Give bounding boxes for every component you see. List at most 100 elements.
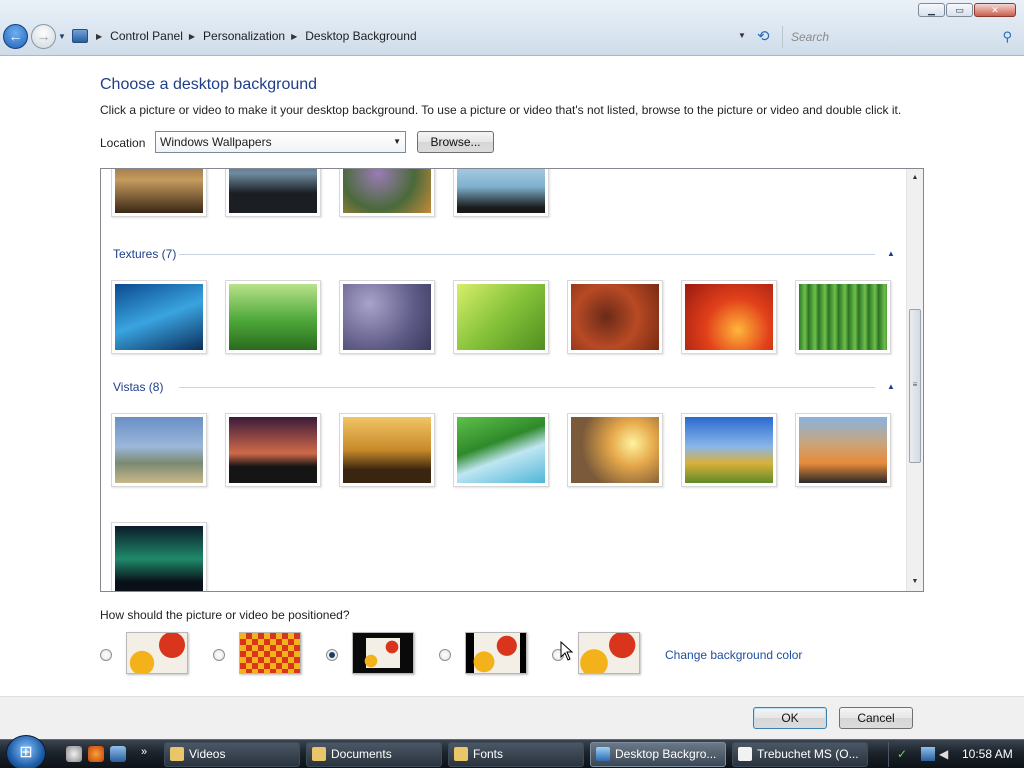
- folder-icon: [454, 747, 468, 761]
- position-preview-center-black[interactable]: [465, 632, 527, 674]
- wallpaper-image: [571, 284, 659, 350]
- gallery-scrollbar[interactable]: ▲ ≡ ▼: [906, 169, 923, 591]
- folder-icon: [170, 747, 184, 761]
- taskbar-item-label: Documents: [331, 747, 392, 761]
- breadcrumb-separator-icon[interactable]: ▶: [96, 32, 102, 41]
- wallpaper-image: [229, 417, 317, 483]
- taskbar-item-label: Desktop Backgro...: [615, 747, 717, 761]
- collapse-chevron-icon[interactable]: ▲: [887, 382, 895, 391]
- system-tray: ✓ ◀ 10:58 AM: [888, 742, 1024, 767]
- taskbar-item-label: Fonts: [473, 747, 504, 761]
- location-label: Location: [100, 136, 146, 150]
- close-button[interactable]: ✕: [974, 3, 1016, 17]
- taskbar-item-fonts[interactable]: Fonts: [448, 742, 584, 767]
- wallpaper-image: [115, 284, 203, 350]
- clock[interactable]: 10:58 AM: [962, 747, 1013, 761]
- breadcrumb-desktop-background[interactable]: Desktop Background: [305, 29, 416, 43]
- position-radio-center-black[interactable]: [439, 649, 451, 661]
- location-select-value: Windows Wallpapers: [160, 135, 272, 149]
- wallpaper-thumbnail[interactable]: [339, 280, 435, 354]
- forward-arrow-icon[interactable]: →: [31, 24, 56, 49]
- wallpaper-thumbnail[interactable]: [111, 169, 207, 217]
- font-file-icon: [738, 747, 752, 761]
- wallpaper-gallery[interactable]: Textures (7) ▲ Vistas (8) ▲ ▲ ≡ ▼: [100, 168, 924, 592]
- search-box[interactable]: Search ⚲: [782, 26, 1018, 48]
- browse-button[interactable]: Browse...: [417, 131, 494, 153]
- address-dropdown-icon[interactable]: ▼: [738, 31, 746, 40]
- control-panel-icon: [72, 29, 88, 43]
- back-arrow-icon[interactable]: ←: [3, 24, 28, 49]
- address-bar[interactable]: ▶ Control Panel ▶ Personalization ▶ Desk…: [72, 25, 778, 47]
- taskbar-item-label: Videos: [189, 747, 226, 761]
- scroll-down-icon[interactable]: ▼: [907, 574, 923, 590]
- wallpaper-image: [571, 417, 659, 483]
- wallpaper-thumbnail[interactable]: [225, 169, 321, 217]
- breadcrumb-personalization[interactable]: Personalization: [203, 29, 285, 43]
- cancel-button[interactable]: Cancel: [839, 707, 913, 729]
- checkmark-icon[interactable]: ✓: [897, 747, 911, 761]
- taskbar-item-trebuchet[interactable]: Trebuchet MS (O...: [732, 742, 868, 767]
- taskbar-item-documents[interactable]: Documents: [306, 742, 442, 767]
- breadcrumb-control-panel[interactable]: Control Panel: [110, 29, 183, 43]
- search-icon[interactable]: ⚲: [1002, 29, 1012, 45]
- page-description: Click a picture or video to make it your…: [100, 103, 902, 117]
- position-preview-fit[interactable]: [126, 632, 188, 674]
- wallpaper-thumbnail[interactable]: [567, 413, 663, 487]
- position-preview-tile[interactable]: [239, 632, 301, 674]
- wallpaper-thumbnail[interactable]: [795, 413, 891, 487]
- position-radio-tile[interactable]: [213, 649, 225, 661]
- wallpaper-thumbnail[interactable]: [453, 280, 549, 354]
- change-background-color-link[interactable]: Change background color: [665, 648, 802, 662]
- wallpaper-thumbnail[interactable]: [453, 413, 549, 487]
- group-header-vistas[interactable]: Vistas (8): [113, 380, 163, 394]
- taskbar: ⊞ » Videos Documents Fonts Desktop Backg…: [0, 735, 1024, 768]
- wallpaper-thumbnail[interactable]: [453, 169, 549, 217]
- monitor-icon: [596, 747, 610, 761]
- wallpaper-image: [799, 417, 887, 483]
- position-radio-fit[interactable]: [100, 649, 112, 661]
- wallpaper-image: [799, 284, 887, 350]
- wallpaper-thumbnail[interactable]: [567, 280, 663, 354]
- refresh-icon[interactable]: ⟲: [757, 27, 770, 45]
- wallpaper-thumbnail[interactable]: [681, 280, 777, 354]
- wallpaper-thumbnail[interactable]: [339, 413, 435, 487]
- wallpaper-thumbnail[interactable]: [339, 169, 435, 217]
- wallpaper-thumbnail[interactable]: [795, 280, 891, 354]
- start-orb-icon[interactable]: ⊞: [6, 735, 46, 768]
- collapse-chevron-icon[interactable]: ▲: [887, 249, 895, 258]
- scroll-up-icon[interactable]: ▲: [907, 170, 923, 186]
- maximize-button[interactable]: ▭: [946, 3, 973, 17]
- group-divider: [179, 387, 875, 388]
- network-icon[interactable]: [921, 747, 935, 761]
- wallpaper-thumbnail[interactable]: [111, 413, 207, 487]
- breadcrumb-separator-icon[interactable]: ▶: [189, 32, 195, 41]
- position-radio-center[interactable]: [326, 649, 338, 661]
- show-desktop-icon[interactable]: [66, 746, 82, 762]
- wallpaper-thumbnail[interactable]: [111, 522, 207, 591]
- wallpaper-thumbnail[interactable]: [681, 413, 777, 487]
- wallpaper-image: [343, 417, 431, 483]
- quick-launch-chevron-icon[interactable]: »: [141, 746, 153, 762]
- wallpaper-image: [115, 526, 203, 591]
- ok-button[interactable]: OK: [753, 707, 827, 729]
- wallpaper-thumbnail[interactable]: [225, 413, 321, 487]
- volume-icon[interactable]: ◀: [939, 747, 953, 761]
- group-header-textures[interactable]: Textures (7): [113, 247, 176, 261]
- position-preview-stretch[interactable]: [578, 632, 640, 674]
- browser-icon[interactable]: [88, 746, 104, 762]
- wallpaper-thumbnail[interactable]: [111, 280, 207, 354]
- location-select[interactable]: Windows Wallpapers ▼: [155, 131, 406, 153]
- switch-windows-icon[interactable]: [110, 746, 126, 762]
- wallpaper-image: [685, 417, 773, 483]
- recent-pages-chevron-icon[interactable]: ▼: [58, 32, 66, 41]
- breadcrumb-separator-icon[interactable]: ▶: [291, 32, 297, 41]
- minimize-button[interactable]: ▁: [918, 3, 945, 17]
- wallpaper-image: [229, 284, 317, 350]
- taskbar-item-videos[interactable]: Videos: [164, 742, 300, 767]
- wallpaper-thumbnail[interactable]: [225, 280, 321, 354]
- scrollbar-thumb[interactable]: ≡: [909, 309, 921, 463]
- position-preview-center[interactable]: [352, 632, 414, 674]
- taskbar-item-desktop-background[interactable]: Desktop Backgro...: [590, 742, 726, 767]
- search-input[interactable]: Search: [791, 30, 829, 44]
- chevron-down-icon[interactable]: ▼: [393, 132, 401, 152]
